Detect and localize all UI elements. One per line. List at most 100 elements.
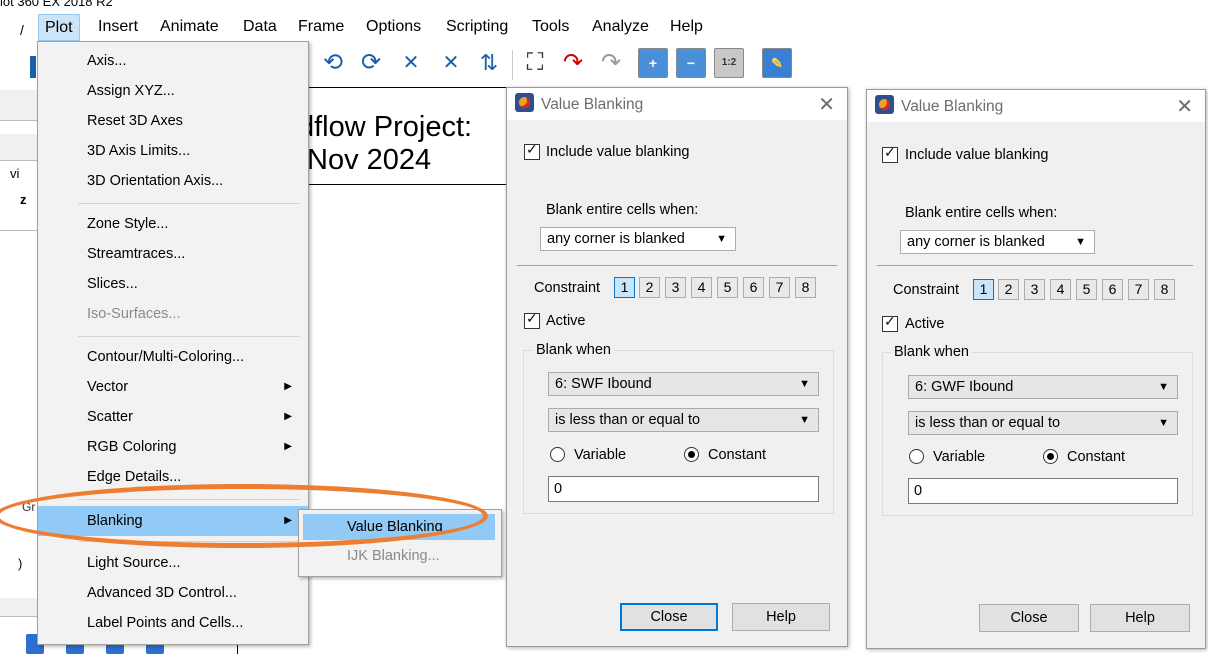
plot-dropdown-menu: Axis... Assign XYZ... Reset 3D Axes 3D A… [37, 41, 309, 645]
chevron-down-icon: ▼ [1158, 417, 1169, 429]
submenu-arrow-icon: ▶ [284, 381, 292, 392]
menubar-edge-fragment: / [20, 22, 24, 38]
variable-dropdown[interactable]: 6: SWF Ibound ▼ [548, 372, 819, 396]
constant-value-input[interactable]: 0 [908, 478, 1178, 504]
variable-radio-label: Variable [574, 447, 627, 463]
scale-icon[interactable]: 1:2 [714, 48, 744, 78]
checkmark-icon: ✓ [884, 313, 896, 329]
sidebar-text-fragment: ) [18, 556, 23, 571]
constraint-7-button[interactable]: 7 [769, 277, 790, 298]
submenu-arrow-icon: ▶ [284, 411, 292, 422]
active-checkbox[interactable]: ✓ [882, 313, 898, 332]
annotation-ellipse [0, 484, 488, 548]
constraint-8-button[interactable]: 8 [795, 277, 816, 298]
rotate-y-icon[interactable]: ✕ [436, 48, 466, 78]
constraint-2-button[interactable]: 2 [998, 279, 1019, 300]
probe-icon[interactable]: ⛶ [520, 48, 550, 78]
close-icon[interactable]: ✕ [818, 92, 835, 117]
constant-value-input[interactable]: 0 [548, 476, 819, 502]
menu-insert[interactable]: Insert [98, 18, 138, 36]
constraint-5-button[interactable]: 5 [1076, 279, 1097, 300]
constraint-5-button[interactable]: 5 [717, 277, 738, 298]
menu-plot[interactable]: Plot [38, 14, 80, 41]
constraint-8-button[interactable]: 8 [1154, 279, 1175, 300]
dialog-titlebar: Value Blanking ✕ [507, 88, 847, 120]
checkmark-icon: ✓ [526, 310, 538, 326]
menu-item-axis[interactable]: Axis... [38, 48, 308, 74]
help-button[interactable]: Help [1090, 604, 1190, 632]
rotate-icon[interactable]: ⟲ [318, 48, 348, 78]
blank-when-label: Blank when [891, 344, 972, 360]
edit-icon[interactable]: ✎ [762, 48, 792, 78]
chevron-down-icon: ▼ [799, 414, 810, 426]
menu-item-zone-style[interactable]: Zone Style... [38, 211, 308, 237]
constraint-selector: 1 2 3 4 5 6 7 8 [973, 279, 1183, 301]
rotate-x-icon[interactable]: ✕ [396, 48, 426, 78]
constraint-1-button[interactable]: 1 [973, 279, 994, 300]
menu-item-reset-3d-axes[interactable]: Reset 3D Axes [38, 108, 308, 134]
toolbar-divider [512, 50, 513, 80]
menu-item-label-points-cells[interactable]: Label Points and Cells... [38, 610, 308, 636]
menu-item-slices[interactable]: Slices... [38, 271, 308, 297]
remove-zone-icon[interactable]: − [676, 48, 706, 78]
menu-tools[interactable]: Tools [532, 18, 569, 36]
constraint-4-button[interactable]: 4 [691, 277, 712, 298]
menu-item-vector[interactable]: Vector ▶ [38, 374, 308, 400]
menu-item-streamtraces[interactable]: Streamtraces... [38, 241, 308, 267]
sidebar-panel-fragment: z [0, 190, 37, 231]
variable-radio[interactable] [909, 449, 924, 464]
constraint-7-button[interactable]: 7 [1128, 279, 1149, 300]
variable-dropdown[interactable]: 6: GWF Ibound ▼ [908, 375, 1178, 399]
include-value-blanking-checkbox[interactable]: ✓ [524, 141, 540, 160]
rotate-z-icon[interactable]: ⇅ [474, 48, 504, 78]
menu-item-light-source[interactable]: Light Source... [38, 550, 308, 576]
constant-radio[interactable] [1043, 449, 1058, 464]
menu-item-rgb-coloring[interactable]: RGB Coloring ▶ [38, 434, 308, 460]
submenu-arrow-icon: ▶ [284, 441, 292, 452]
window-title-fragment: lot 360 EX 2018 R2 [0, 0, 113, 9]
active-checkbox[interactable]: ✓ [524, 310, 540, 329]
constant-radio[interactable] [684, 447, 699, 462]
close-icon[interactable]: ✕ [1176, 94, 1193, 119]
menu-help[interactable]: Help [670, 18, 703, 36]
sidebar-text-fragment: z [20, 192, 27, 207]
value-blanking-dialog: Value Blanking ✕ ✓ Include value blankin… [506, 87, 848, 647]
operator-dropdown[interactable]: is less than or equal to ▼ [908, 411, 1178, 435]
menu-item-scatter[interactable]: Scatter ▶ [38, 404, 308, 430]
sidebar-panel-fragment [0, 598, 37, 617]
help-button[interactable]: Help [732, 603, 830, 631]
menu-frame[interactable]: Frame [298, 18, 344, 36]
add-zone-icon[interactable]: + [638, 48, 668, 78]
operator-dropdown[interactable]: is less than or equal to ▼ [548, 408, 819, 432]
variable-radio[interactable] [550, 447, 565, 462]
include-value-blanking-checkbox[interactable]: ✓ [882, 144, 898, 163]
menu-scripting[interactable]: Scripting [446, 18, 508, 36]
menu-options[interactable]: Options [366, 18, 421, 36]
menu-item-3d-axis-limits[interactable]: 3D Axis Limits... [38, 138, 308, 164]
menu-animate[interactable]: Animate [160, 18, 219, 36]
dialog-titlebar: Value Blanking ✕ [867, 90, 1205, 122]
toolbar: ⟲ ⟳ ✕ ✕ ⇅ ⛶ ↷ ↷ + − 1:2 ✎ [308, 44, 868, 86]
constraint-2-button[interactable]: 2 [639, 277, 660, 298]
constraint-1-button[interactable]: 1 [614, 277, 635, 298]
chevron-down-icon: ▼ [799, 378, 810, 390]
menu-item-advanced-3d-control[interactable]: Advanced 3D Control... [38, 580, 308, 606]
roll-icon[interactable]: ⟳ [356, 48, 386, 78]
menu-data[interactable]: Data [243, 18, 277, 36]
blank-cells-dropdown[interactable]: any corner is blanked ▼ [900, 230, 1095, 254]
translate-icon[interactable]: ↷ [558, 48, 588, 78]
constraint-3-button[interactable]: 3 [1024, 279, 1045, 300]
blank-cells-dropdown[interactable]: any corner is blanked ▼ [540, 227, 736, 251]
close-button[interactable]: Close [620, 603, 718, 631]
constraint-4-button[interactable]: 4 [1050, 279, 1071, 300]
constraint-label: Constraint [893, 282, 960, 298]
menu-item-assign-xyz[interactable]: Assign XYZ... [38, 78, 308, 104]
constraint-6-button[interactable]: 6 [743, 277, 764, 298]
close-button[interactable]: Close [979, 604, 1079, 632]
constraint-6-button[interactable]: 6 [1102, 279, 1123, 300]
constraint-3-button[interactable]: 3 [665, 277, 686, 298]
menu-analyze[interactable]: Analyze [592, 18, 649, 36]
checkmark-icon: ✓ [526, 141, 538, 157]
menu-item-contour[interactable]: Contour/Multi-Coloring... [38, 344, 308, 370]
menu-item-3d-orientation-axis[interactable]: 3D Orientation Axis... [38, 168, 308, 194]
